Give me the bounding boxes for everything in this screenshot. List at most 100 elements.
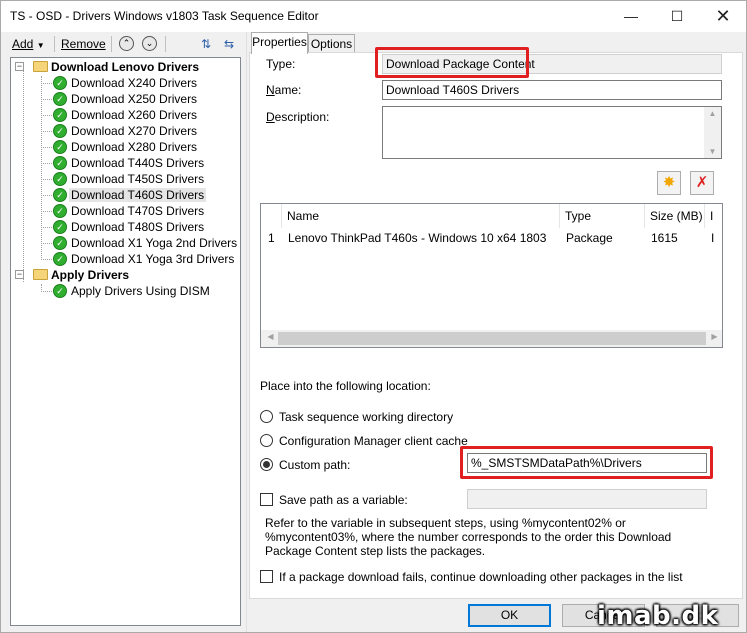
tree-connector [41,76,42,258]
package-list-hscrollbar[interactable]: ◀ ▶ [261,330,722,347]
column-header-index[interactable] [261,204,282,228]
success-check-icon: ✓ [53,140,67,154]
success-check-icon: ✓ [53,172,67,186]
tree-connector [23,71,24,282]
toolbar-separator [54,36,55,52]
tree-connector [41,131,52,132]
tree-item-label: Download T440S Drivers [71,156,205,170]
tree-connector [41,115,52,116]
tree-connector [41,259,52,260]
tree-item-label: Download X250 Drivers [71,92,198,106]
add-label: Add [12,37,34,51]
radio-custom-path-label[interactable]: Custom path: [279,458,350,472]
description-input[interactable]: ▲ ▼ [382,106,722,159]
highlight-box [375,47,529,78]
name-input[interactable]: Download T460S Drivers [382,80,722,100]
name-label: Name: [266,83,302,97]
save-path-variable-input[interactable] [467,489,707,509]
tree-item-label: Apply Drivers Using DISM [71,284,210,298]
highlight-box [460,446,713,479]
scroll-thumb[interactable] [278,332,706,345]
save-path-checkbox[interactable] [260,493,273,506]
radio-working-directory-label[interactable]: Task sequence working directory [279,410,453,424]
column-header-type[interactable]: Type [560,204,645,228]
success-check-icon: ✓ [53,76,67,90]
sequence-toolbar: Add ▼ Remove ⌃ ⌄ ⇅ ⇆ [1,32,246,56]
tree-item-label: Download T480S Drivers [71,220,205,234]
column-header-size[interactable]: Size (MB) [645,204,705,228]
tree-connector [41,99,52,100]
location-heading: Place into the following location: [260,379,431,393]
tree-item-label: Download X270 Drivers [71,124,198,138]
package-list[interactable]: Name Type Size (MB) I 1 Lenovo ThinkPad … [260,203,723,348]
expand-all-icon[interactable]: ⇆ [221,36,237,52]
toolbar-separator [165,36,166,52]
tree-item-label: Download T460S Drivers [69,188,207,202]
description-scrollbar[interactable]: ▲ ▼ [704,107,721,158]
tree-connector [41,195,52,196]
row-name: Lenovo ThinkPad T460s - Windows 10 x64 1… [288,231,547,245]
collapse-toggle-icon[interactable]: − [15,62,24,71]
row-type: Package [566,231,613,245]
add-menu-button[interactable]: Add ▼ [12,37,45,51]
move-up-icon[interactable]: ⌃ [119,36,134,51]
success-check-icon: ✓ [53,156,67,170]
tab-options[interactable]: Options [308,34,355,54]
maximize-button[interactable]: ☐ [654,1,700,32]
tree-connector [41,211,52,212]
save-path-label[interactable]: Save path as a variable: [279,493,408,507]
watermark-logo: imab.dk [597,601,719,631]
name-label-rest: ame: [274,83,302,97]
tree-connector [41,284,42,290]
task-sequence-tree[interactable]: Download Lenovo Drivers − ✓ Download X240… [10,57,241,626]
minimize-button[interactable]: — [608,1,654,32]
tree-connector [41,179,52,180]
tab-properties[interactable]: Properties [251,32,308,54]
close-button[interactable]: ✕ [700,1,746,32]
success-check-icon: ✓ [53,236,67,250]
tree-group-label: Download Lenovo Drivers [51,60,200,74]
tree-item-label: Download X1 Yoga 3rd Drivers [71,252,235,266]
scroll-left-icon[interactable]: ◀ [262,332,279,341]
success-check-icon: ✓ [53,188,67,202]
continue-on-failure-checkbox[interactable] [260,570,273,583]
success-check-icon: ✓ [53,92,67,106]
tree-item-label: Download X240 Drivers [71,76,198,90]
toolbar-separator [111,36,112,52]
description-label: Description: [266,110,330,124]
move-down-icon[interactable]: ⌄ [142,36,157,51]
radio-custom-path[interactable] [260,458,273,471]
title-bar: TS - OSD - Drivers Windows v1803 Task Se… [1,1,746,32]
pane-splitter[interactable] [246,32,247,632]
continue-on-failure-label[interactable]: If a package download fails, continue do… [279,570,683,584]
window-title: TS - OSD - Drivers Windows v1803 Task Se… [10,9,319,23]
success-check-icon: ✓ [53,124,67,138]
success-check-icon: ✓ [53,252,67,266]
type-label: Type: [266,57,296,71]
tree-item-label: Download X260 Drivers [71,108,198,122]
tree-connector [41,243,52,244]
tree-connector [41,227,52,228]
remove-package-icon[interactable]: ✗ [690,171,714,195]
scroll-up-icon[interactable]: ▲ [704,109,721,118]
tree-connector [41,147,52,148]
column-header-name[interactable]: Name [282,204,560,228]
scroll-right-icon[interactable]: ▶ [706,332,722,341]
tree-item-label: Download X1 Yoga 2nd Drivers [71,236,238,250]
new-package-icon[interactable]: ✸ [657,171,681,195]
tree-item-label: Download X280 Drivers [71,140,198,154]
success-check-icon: ✓ [53,284,67,298]
row-extra: I [711,231,715,245]
radio-client-cache-label[interactable]: Configuration Manager client cache [279,434,468,448]
scroll-down-icon[interactable]: ▼ [704,147,721,156]
tree-item-label: Download T470S Drivers [71,204,205,218]
tree-connector [41,163,52,164]
collapse-toggle-icon[interactable]: − [15,270,24,279]
ok-button[interactable]: OK [468,604,551,627]
remove-button[interactable]: Remove [61,37,106,51]
success-check-icon: ✓ [53,204,67,218]
column-header-more[interactable]: I [705,204,722,228]
collapse-all-icon[interactable]: ⇅ [198,36,214,52]
radio-client-cache[interactable] [260,434,273,447]
radio-working-directory[interactable] [260,410,273,423]
